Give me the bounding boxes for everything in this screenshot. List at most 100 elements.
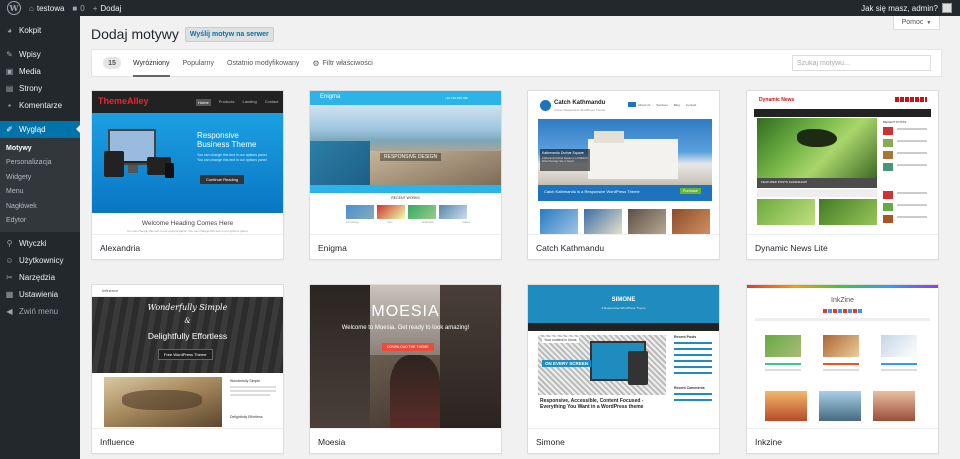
theme-logo-text: InkZine xyxy=(831,297,854,304)
theme-card-influence[interactable]: Influence Wonderfully Simple & Delightfu… xyxy=(91,284,284,454)
theme-card-simone[interactable]: SIMONE A Responsive WordPress Theme Your… xyxy=(527,284,720,454)
feature-filter-button[interactable]: ⚙ Filtr właściwości xyxy=(312,49,372,77)
dashboard-icon: ◕ xyxy=(7,26,12,35)
theme-screenshot[interactable]: Catch Kathmandu A Free Responsive WordPr… xyxy=(528,91,719,234)
sidebar-item-strony[interactable]: ▤ Strony xyxy=(0,80,80,97)
theme-bar-title: Catch Kathmandu is a Responsive WordPres… xyxy=(544,189,640,194)
submenu-menu[interactable]: Menu xyxy=(0,185,80,200)
theme-screenshot[interactable]: Influence Wonderfully Simple & Delightfu… xyxy=(92,285,283,428)
brush-icon: ✐ xyxy=(6,125,13,134)
page-icon: ▤ xyxy=(5,84,14,93)
upload-theme-button[interactable]: Wyślij motyw na serwer xyxy=(184,26,274,42)
theme-search-input[interactable] xyxy=(792,55,931,71)
theme-post-title-2: Delightfully Effortless xyxy=(230,415,263,419)
theme-card-catch-kathmandu[interactable]: Catch Kathmandu A Free Responsive WordPr… xyxy=(527,90,720,260)
help-label: Pomoc xyxy=(901,19,924,26)
theme-screenshot[interactable]: InkZine xyxy=(747,285,938,428)
page-title: Dodaj motywy xyxy=(91,26,179,42)
theme-contact-text: +91 123 456 789 xyxy=(445,96,468,100)
theme-subtitle: Welcome to Moesia. Get ready to look ama… xyxy=(341,325,470,331)
theme-screenshot[interactable]: SIMONE A Responsive WordPress Theme Your… xyxy=(528,285,719,428)
sidebar-item-ustawienia[interactable]: ▦ Ustawienia xyxy=(0,286,80,303)
site-name-link[interactable]: ⌂ testowa xyxy=(25,0,68,16)
my-account-link[interactable]: Jak się masz, admin? xyxy=(861,3,960,13)
theme-tagline: A Free Responsive WordPress Theme xyxy=(554,108,606,112)
theme-work-label: Nature xyxy=(462,221,470,224)
theme-screenshot[interactable]: ThemeAlley Home Products Landing Contact… xyxy=(92,91,283,234)
sidebar-item-wyglad[interactable]: ✐ Wygląd xyxy=(0,121,80,138)
theme-caption: Your content in focus xyxy=(542,337,579,343)
sidebar-item-kokpit[interactable]: ◕ Kokpit xyxy=(0,22,80,39)
page-header: Dodaj motywy Wyślij motyw na serwer xyxy=(91,26,274,42)
theme-name: Catch Kathmandu xyxy=(528,234,719,259)
theme-logo-text: ThemeAlley xyxy=(98,96,149,106)
theme-screenshot[interactable]: MOESIA Welcome to Moesia. Get ready to l… xyxy=(310,285,501,428)
appearance-submenu: Motywy Personalizacja Widgety Menu Nagłó… xyxy=(0,138,80,232)
theme-logo-text: Enigma xyxy=(320,94,341,100)
new-content-link[interactable]: + Dodaj xyxy=(89,0,126,16)
help-tab-button[interactable]: Pomoc ▼ xyxy=(893,16,940,30)
theme-welcome-heading: Welcome Heading Comes Here xyxy=(141,220,234,227)
theme-body-text: You can change this text in our options … xyxy=(197,153,268,162)
theme-nav-item: Products xyxy=(218,99,235,104)
theme-name: Influence xyxy=(92,428,283,453)
theme-nav-item: Home xyxy=(196,99,211,106)
theme-overlay-body: Kathmandu Durbar Square is a UNESCO Worl… xyxy=(542,157,588,163)
comments-link[interactable]: ■ 0 xyxy=(68,0,88,16)
theme-name: Enigma xyxy=(310,234,501,259)
sidebar-item-label: Strony xyxy=(19,84,43,93)
submenu-motywy[interactable]: Motywy xyxy=(0,141,80,156)
theme-headline: Responsive Business Theme xyxy=(197,131,257,149)
sidebar-item-wpisy[interactable]: ✎ Wpisy xyxy=(0,46,80,63)
theme-name: Moesia xyxy=(310,428,501,453)
theme-screenshot[interactable]: Dynamic News FEATURED POSTS SLIDESHOW RE… xyxy=(747,91,938,234)
admin-bar: W ⌂ testowa ■ 0 + Dodaj Jak się masz, ad… xyxy=(0,0,960,16)
theme-card-inkzine[interactable]: InkZine Inkzine xyxy=(746,284,939,454)
theme-slider-label: FEATURED POSTS SLIDESHOW xyxy=(761,180,807,184)
greeting-text: Jak się masz, admin? xyxy=(861,3,938,13)
collapse-menu-button[interactable]: ◀ Zwiń menu xyxy=(0,303,80,320)
media-icon: ▣ xyxy=(5,67,14,76)
theme-nav-item: About Us xyxy=(638,103,651,107)
users-icon: ☺ xyxy=(5,256,14,265)
sidebar-item-wtyczki[interactable]: ⚲ Wtyczki xyxy=(0,235,80,252)
submenu-naglowek[interactable]: Nagłówek xyxy=(0,199,80,214)
wp-logo-menu[interactable]: W xyxy=(0,0,25,16)
sidebar-item-uzytkownicy[interactable]: ☺ Użytkownicy xyxy=(0,252,80,269)
site-name-label: testowa xyxy=(36,3,65,13)
theme-cta-button: DOWNLOAD THE THEME xyxy=(382,343,434,351)
submenu-edytor[interactable]: Edytor xyxy=(0,214,80,229)
theme-nav-item: Contact xyxy=(264,99,279,104)
pin-icon: ✎ xyxy=(6,50,13,59)
theme-welcome-body: You can change this text in our options … xyxy=(126,229,249,233)
new-content-label: Dodaj xyxy=(100,3,122,13)
avatar xyxy=(942,3,952,13)
tab-featured[interactable]: Wyróżniony xyxy=(133,49,170,77)
submenu-widgety[interactable]: Widgety xyxy=(0,170,80,185)
theme-card-dynamic-news-lite[interactable]: Dynamic News FEATURED POSTS SLIDESHOW RE… xyxy=(746,90,939,260)
admin-sidebar: ◕ Kokpit ✎ Wpisy ▣ Media ▤ Strony ▪ Kome… xyxy=(0,16,80,459)
theme-card-moesia[interactable]: MOESIA Welcome to Moesia. Get ready to l… xyxy=(309,284,502,454)
theme-widget-title: Recent Posts xyxy=(674,335,697,339)
submenu-personalizacja[interactable]: Personalizacja xyxy=(0,156,80,171)
theme-name: Dynamic News Lite xyxy=(747,234,938,259)
tab-latest[interactable]: Ostatnio modyfikowany xyxy=(227,49,299,77)
collapse-menu-label: Zwiń menu xyxy=(19,307,59,316)
theme-nav: Home Products Landing Contact xyxy=(196,99,279,106)
comment-bubble-icon: ■ xyxy=(72,3,78,13)
plugin-icon: ⚲ xyxy=(6,239,13,248)
sidebar-item-komentarze[interactable]: ▪ Komentarze xyxy=(0,97,80,114)
theme-card-alexandria[interactable]: ThemeAlley Home Products Landing Contact… xyxy=(91,90,284,260)
theme-work-label: Technology xyxy=(346,221,359,224)
sidebar-item-narzedzia[interactable]: ✂ Narzędzia xyxy=(0,269,80,286)
gear-icon: ⚙ xyxy=(312,58,320,68)
theme-card-enigma[interactable]: Enigma +91 123 456 789 RESPONSIVE DESIGN… xyxy=(309,90,502,260)
sidebar-item-media[interactable]: ▣ Media xyxy=(0,63,80,80)
plus-icon: + xyxy=(92,3,98,13)
theme-screenshot[interactable]: Enigma +91 123 456 789 RESPONSIVE DESIGN… xyxy=(310,91,501,234)
theme-logo-text: SIMONE xyxy=(611,297,636,303)
theme-logo-text: Dynamic News xyxy=(759,97,795,103)
sidebar-item-label: Wpisy xyxy=(19,50,41,59)
comments-count: 0 xyxy=(80,3,85,13)
tab-popular[interactable]: Popularny xyxy=(183,49,215,77)
